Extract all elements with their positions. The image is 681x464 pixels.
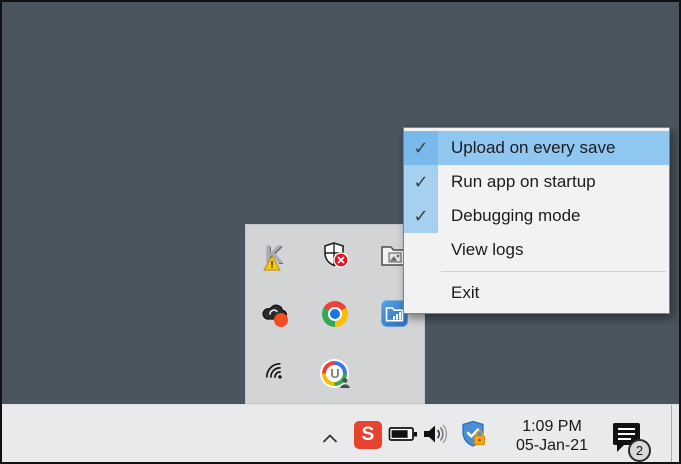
clock-time: 1:09 PM: [522, 418, 582, 435]
menu-item-debugging-mode[interactable]: ✓ Debugging mode: [404, 199, 669, 233]
desktop[interactable]: K ! U ✓ Upload on every save ✓ Run app o…: [0, 0, 681, 464]
shield-lock-icon: [462, 420, 485, 447]
speaker-icon: [424, 424, 448, 444]
chevron-up-icon: [322, 434, 338, 443]
s-app-icon: S: [361, 424, 375, 445]
s-app-tray-button[interactable]: S: [354, 421, 382, 449]
show-hidden-icons-button[interactable]: [317, 426, 343, 452]
menu-item-exit[interactable]: Exit: [404, 276, 669, 310]
menu-item-label: Upload on every save: [451, 138, 616, 157]
menu-item-label: Exit: [451, 283, 480, 302]
battery-icon: [388, 427, 417, 441]
wifi-icon: [265, 363, 282, 379]
menu-separator: [441, 271, 666, 272]
taskbar: S 1:09 PM 05-Jan-21 2: [2, 404, 679, 462]
menu-item-label: View logs: [451, 240, 524, 259]
menu-item-label: Run app on startup: [451, 172, 596, 191]
checkmark-icon: ✓: [413, 171, 429, 192]
tray-overflow-popup: K ! U: [245, 224, 425, 404]
menu-item-run-app-on-startup[interactable]: ✓ Run app on startup: [404, 165, 669, 199]
clock-date: 05-Jan-21: [515, 437, 589, 454]
updater-circle-icon: U: [322, 360, 351, 388]
security-tray-button[interactable]: [461, 420, 487, 448]
warning-triangle-icon: !: [262, 254, 281, 271]
tray-empty-cell: [365, 344, 424, 403]
check-gutter: ✓: [404, 199, 438, 233]
person-icon: [340, 377, 351, 388]
menu-item-upload-on-every-save[interactable]: ✓ Upload on every save: [404, 131, 669, 165]
checkmark-icon: ✓: [413, 205, 429, 226]
tray-icon-k-warning[interactable]: K !: [246, 225, 305, 284]
check-gutter: ✓: [404, 165, 438, 199]
tray-app-context-menu: ✓ Upload on every save ✓ Run app on star…: [403, 127, 670, 314]
tray-icon-wifi[interactable]: [246, 344, 305, 403]
volume-button[interactable]: [421, 422, 451, 446]
tray-icon-updater[interactable]: U: [305, 344, 364, 403]
battery-button[interactable]: [388, 425, 418, 443]
chrome-icon: [321, 300, 348, 327]
record-dot: [273, 312, 288, 327]
clock[interactable]: 1:09 PM 05-Jan-21: [500, 416, 604, 456]
menu-item-label: Debugging mode: [451, 206, 581, 225]
tray-icon-chrome[interactable]: [305, 284, 364, 343]
show-desktop-button[interactable]: [671, 405, 679, 462]
defender-alert-icon: [324, 241, 349, 268]
check-gutter: [404, 276, 438, 310]
check-gutter: [404, 233, 438, 267]
cloud-record-icon: [261, 301, 291, 327]
notification-count-badge[interactable]: 2: [628, 439, 651, 462]
tray-icon-defender[interactable]: [305, 225, 364, 284]
svg-text:!: !: [270, 260, 273, 271]
checkmark-icon: ✓: [413, 137, 429, 158]
menu-item-view-logs[interactable]: View logs: [404, 233, 669, 267]
check-gutter: ✓: [404, 131, 438, 165]
app-k-warning-icon: K !: [262, 241, 290, 271]
tray-icon-cloud-record[interactable]: [246, 284, 305, 343]
